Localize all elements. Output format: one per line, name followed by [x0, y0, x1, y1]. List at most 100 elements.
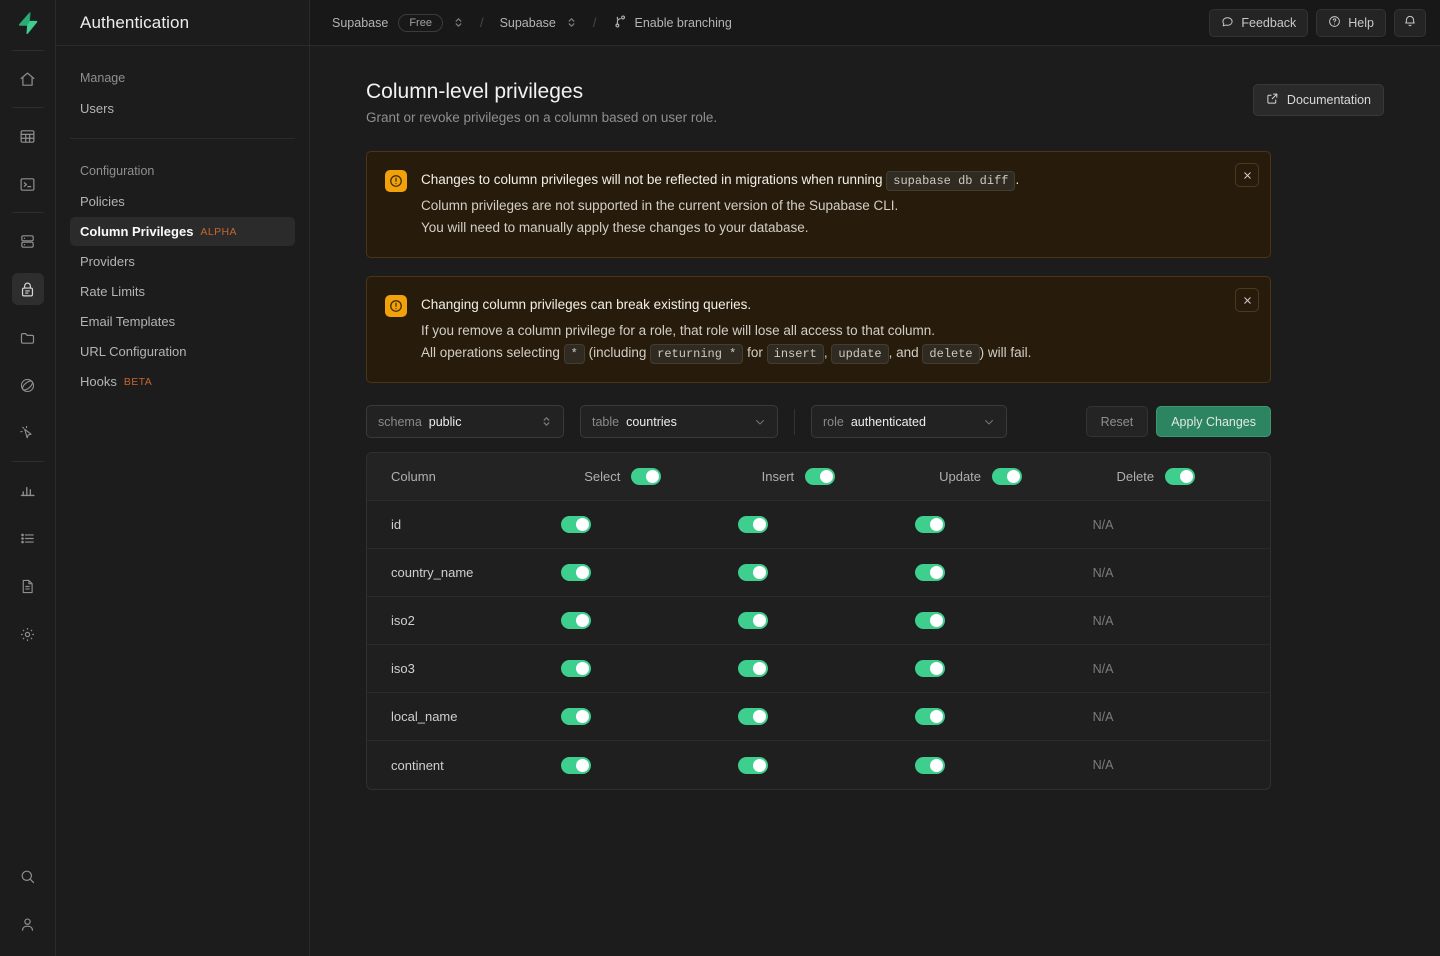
- sidebar-item-email-templates[interactable]: Email Templates: [70, 307, 295, 336]
- toggle-select[interactable]: [561, 708, 591, 725]
- cell-update: [915, 564, 1092, 581]
- toggle-all-insert[interactable]: [805, 468, 835, 485]
- rail-item-home[interactable]: [12, 63, 44, 95]
- top-bar: Supabase Free / Supabase / Enable branch…: [310, 0, 1440, 46]
- sidebar-item-users[interactable]: Users: [70, 94, 295, 123]
- cell-select: [561, 660, 738, 677]
- table-select[interactable]: table countries: [580, 405, 778, 438]
- table-header-row: Column Select Insert Update Delete: [367, 453, 1270, 501]
- breadcrumb-project[interactable]: Supabase: [500, 16, 556, 30]
- alert-breaking-queries: Changing column privileges can break exi…: [366, 276, 1271, 383]
- alert-text-fragment: (including: [589, 345, 647, 360]
- toggle-select[interactable]: [561, 757, 591, 774]
- sidebar-item-label: Users: [80, 101, 114, 116]
- help-button[interactable]: Help: [1316, 9, 1386, 37]
- rail-item-storage[interactable]: [12, 321, 44, 353]
- sidebar-item-column-privileges[interactable]: Column Privileges ALPHA: [70, 217, 295, 246]
- rail-item-database[interactable]: [12, 225, 44, 257]
- sidebar-item-providers[interactable]: Providers: [70, 247, 295, 276]
- rail-item-project-settings[interactable]: [12, 618, 44, 650]
- table-row: id N/A: [367, 501, 1270, 549]
- cell-delete: N/A: [1093, 566, 1270, 580]
- sidebar-item-url-configuration[interactable]: URL Configuration: [70, 337, 295, 366]
- toggle-insert[interactable]: [738, 564, 768, 581]
- table-select-value: countries: [626, 415, 677, 429]
- toggle-update[interactable]: [915, 708, 945, 725]
- close-icon[interactable]: [1235, 288, 1259, 312]
- sidebar-item-label: Column Privileges: [80, 224, 193, 239]
- cell-select: [561, 612, 738, 629]
- alert-body: Changes to column privileges will not be…: [421, 169, 1019, 239]
- rail-item-table-editor[interactable]: [12, 120, 44, 152]
- alert-body: Changing column privileges can break exi…: [421, 294, 1031, 364]
- supabase-logo[interactable]: [0, 0, 56, 46]
- apply-changes-button[interactable]: Apply Changes: [1156, 406, 1271, 437]
- rail-item-api-docs[interactable]: [12, 570, 44, 602]
- rail-divider: [12, 50, 44, 51]
- sidebar-item-rate-limits[interactable]: Rate Limits: [70, 277, 295, 306]
- toggle-select[interactable]: [561, 612, 591, 629]
- chevron-updown-icon[interactable]: [566, 16, 577, 29]
- rail-item-account[interactable]: [12, 908, 44, 940]
- chevron-updown-icon[interactable]: [453, 16, 464, 29]
- toggle-update[interactable]: [915, 660, 945, 677]
- delete-na-text: N/A: [1093, 518, 1114, 532]
- rail-item-realtime[interactable]: [12, 417, 44, 449]
- toggle-insert[interactable]: [738, 660, 768, 677]
- enable-branching-button[interactable]: Enable branching: [613, 14, 732, 32]
- sidebar-nav: Manage Users Configuration Policies Colu…: [56, 46, 309, 411]
- nav-heading-manage: Manage: [70, 64, 295, 92]
- toggle-update[interactable]: [915, 516, 945, 533]
- alert-title: Changing column privileges can break exi…: [421, 294, 1031, 316]
- close-icon[interactable]: [1235, 163, 1259, 187]
- warning-icon: [385, 295, 407, 317]
- feedback-button[interactable]: Feedback: [1209, 9, 1308, 37]
- table-select-label: table: [592, 415, 619, 429]
- sidebar-header: Authentication: [56, 0, 309, 46]
- sidebar-item-hooks[interactable]: Hooks BETA: [70, 367, 295, 396]
- documentation-button[interactable]: Documentation: [1253, 84, 1384, 116]
- rail-item-search[interactable]: [12, 860, 44, 892]
- alert-text-fragment: All operations selecting: [421, 345, 560, 360]
- plan-badge[interactable]: Free: [398, 14, 443, 32]
- filter-actions: Reset Apply Changes: [1086, 406, 1271, 437]
- rail-item-reports[interactable]: [12, 474, 44, 506]
- cell-column-name: continent: [367, 758, 561, 773]
- toggle-select[interactable]: [561, 516, 591, 533]
- schema-select[interactable]: schema public: [366, 405, 564, 438]
- alert-title-period: .: [1015, 172, 1019, 187]
- alert-cli-migrations: Changes to column privileges will not be…: [366, 151, 1271, 258]
- role-select[interactable]: role authenticated: [811, 405, 1007, 438]
- toggle-select[interactable]: [561, 660, 591, 677]
- chevron-down-icon: [754, 416, 766, 428]
- alert-inline-code: supabase db diff: [886, 171, 1015, 191]
- toggle-update[interactable]: [915, 757, 945, 774]
- breadcrumb-org[interactable]: Supabase: [332, 16, 388, 30]
- toggle-insert[interactable]: [738, 708, 768, 725]
- rail-item-logs[interactable]: [12, 522, 44, 554]
- toggle-insert[interactable]: [738, 612, 768, 629]
- toggle-update[interactable]: [915, 564, 945, 581]
- cell-column-name: iso2: [367, 613, 561, 628]
- cell-column-name: local_name: [367, 709, 561, 724]
- toggle-update[interactable]: [915, 612, 945, 629]
- rail-item-edge-functions[interactable]: [12, 369, 44, 401]
- rail-item-sql-editor[interactable]: [12, 168, 44, 200]
- breadcrumb-separator: /: [593, 15, 597, 30]
- reset-button[interactable]: Reset: [1086, 406, 1149, 437]
- toggle-select[interactable]: [561, 564, 591, 581]
- toggle-all-delete[interactable]: [1165, 468, 1195, 485]
- warning-icon: [385, 170, 407, 192]
- cell-update: [915, 708, 1092, 725]
- notifications-button[interactable]: [1394, 9, 1426, 37]
- delete-na-text: N/A: [1093, 566, 1114, 580]
- toggle-insert[interactable]: [738, 516, 768, 533]
- toggle-all-select[interactable]: [631, 468, 661, 485]
- toggle-insert[interactable]: [738, 757, 768, 774]
- icon-rail: [0, 0, 56, 956]
- rail-item-authentication[interactable]: [12, 273, 44, 305]
- sidebar-item-policies[interactable]: Policies: [70, 187, 295, 216]
- toggle-all-update[interactable]: [992, 468, 1022, 485]
- alert-inline-code: *: [564, 344, 585, 364]
- filter-bar: schema public table countries: [366, 405, 1271, 438]
